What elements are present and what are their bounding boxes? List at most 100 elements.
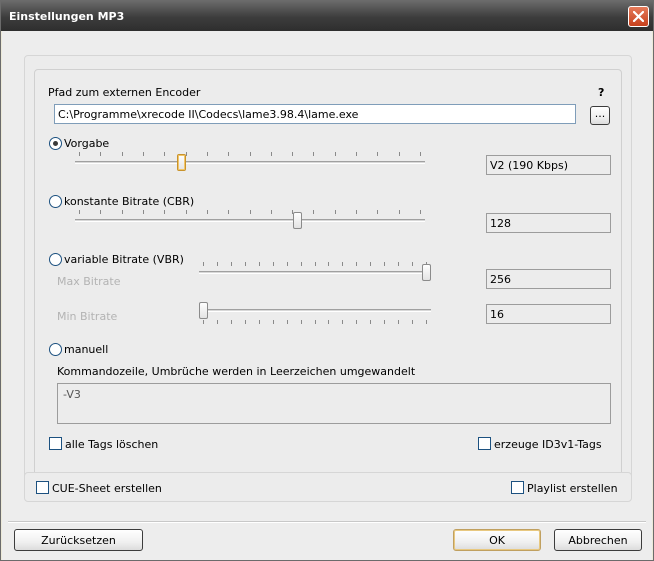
slider-tick <box>286 320 288 324</box>
max-bitrate-display: 256 <box>486 269 611 289</box>
slider-tick <box>356 210 358 214</box>
slider-tick <box>412 320 414 324</box>
slider-ticks <box>75 152 425 156</box>
cbr-radio[interactable] <box>49 195 62 208</box>
slider-tick <box>249 210 251 214</box>
preset-value-display: V2 (190 Kbps) <box>486 155 611 175</box>
delete-tags-label: alle Tags löschen <box>65 438 159 451</box>
max-bitrate-slider[interactable] <box>199 262 431 286</box>
preset-slider[interactable] <box>75 152 425 176</box>
slider-tick <box>370 262 372 266</box>
slider-tick <box>356 320 358 324</box>
cue-sheet-checkbox[interactable] <box>36 481 49 494</box>
slider-tick <box>258 262 260 266</box>
vbr-label: variable Bitrate (VBR) <box>64 253 184 266</box>
browse-button[interactable]: ... <box>590 106 610 125</box>
slider-tick <box>300 262 302 266</box>
slider-track <box>75 219 425 222</box>
delete-tags-checkbox[interactable] <box>49 437 62 450</box>
slider-tick <box>142 152 144 156</box>
close-button[interactable] <box>628 6 649 27</box>
slider-tick <box>328 320 330 324</box>
command-line-input[interactable]: -V3 <box>57 383 611 424</box>
playlist-checkbox[interactable] <box>511 481 524 494</box>
help-icon[interactable]: ? <box>598 86 604 99</box>
reset-button[interactable]: Zurücksetzen <box>14 529 143 551</box>
slider-tick <box>313 210 315 214</box>
dialog-body: Pfad zum externen Encoder ? C:\Programme… <box>2 31 652 560</box>
slider-tick <box>79 152 80 156</box>
slider-tick <box>270 152 272 156</box>
slider-tick <box>370 320 372 324</box>
slider-tick <box>228 152 230 156</box>
cancel-button[interactable]: Abbrechen <box>554 529 642 551</box>
min-bitrate-slider[interactable] <box>199 300 431 324</box>
encoder-path-input[interactable]: C:\Programme\xrecode II\Codecs\lame3.98.… <box>54 104 576 124</box>
slider-tick <box>185 210 187 214</box>
cbr-slider[interactable] <box>75 210 425 234</box>
slider-tick <box>420 152 421 156</box>
max-bitrate-label: Max Bitrate <box>57 275 121 288</box>
encoder-path-label: Pfad zum externen Encoder <box>48 86 201 99</box>
encoder-inner-group: Pfad zum externen Encoder ? C:\Programme… <box>34 69 622 477</box>
slider-tick <box>356 262 358 266</box>
slider-tick <box>272 320 274 324</box>
id3v1-checkbox[interactable] <box>478 437 491 450</box>
slider-tick <box>313 152 315 156</box>
min-bitrate-display: 16 <box>486 304 611 324</box>
slider-tick <box>244 262 246 266</box>
slider-tick <box>328 262 330 266</box>
slider-tick <box>121 152 123 156</box>
slider-tick <box>142 210 144 214</box>
slider-tick <box>314 320 316 324</box>
encoder-settings-group: Pfad zum externen Encoder ? C:\Programme… <box>24 55 632 485</box>
preset-label: Vorgabe <box>64 137 110 150</box>
slider-tick <box>100 152 102 156</box>
title-bar[interactable]: Einstellungen MP3 <box>1 1 653 31</box>
slider-tick <box>334 210 336 214</box>
slider-tick <box>230 320 232 324</box>
slider-tick <box>206 152 208 156</box>
slider-tick <box>230 262 232 266</box>
slider-thumb[interactable] <box>199 302 208 319</box>
manual-radio[interactable] <box>49 343 62 356</box>
slider-tick <box>249 152 251 156</box>
slider-tick <box>272 262 274 266</box>
slider-tick <box>216 262 218 266</box>
slider-tick <box>164 152 166 156</box>
preset-radio[interactable] <box>49 137 62 150</box>
slider-tick <box>334 152 336 156</box>
ok-button[interactable]: OK <box>453 529 541 551</box>
slider-tick <box>228 210 230 214</box>
slider-ticks <box>199 320 431 324</box>
slider-tick <box>258 320 260 324</box>
slider-tick <box>79 210 80 214</box>
slider-tick <box>206 210 208 214</box>
min-bitrate-label: Min Bitrate <box>57 310 118 323</box>
slider-thumb[interactable] <box>177 154 187 171</box>
cbr-value-display: 128 <box>486 213 611 233</box>
slider-tick <box>420 210 421 214</box>
vbr-radio[interactable] <box>49 253 62 266</box>
slider-track <box>199 309 431 312</box>
cue-sheet-label: CUE-Sheet erstellen <box>52 482 162 495</box>
slider-tick <box>377 152 379 156</box>
slider-tick <box>286 262 288 266</box>
slider-tick <box>216 320 218 324</box>
slider-thumb[interactable] <box>422 264 431 281</box>
slider-tick <box>384 320 386 324</box>
slider-thumb[interactable] <box>293 212 303 229</box>
slider-tick <box>384 262 386 266</box>
close-icon <box>633 11 644 22</box>
slider-tick <box>164 210 166 214</box>
slider-tick <box>342 320 344 324</box>
slider-track <box>75 161 425 164</box>
slider-tick <box>398 210 400 214</box>
cbr-label: konstante Bitrate (CBR) <box>64 195 195 208</box>
slider-tick <box>426 320 427 324</box>
slider-ticks <box>199 262 431 266</box>
manual-label: manuell <box>64 343 109 356</box>
slider-tick <box>398 262 400 266</box>
slider-tick <box>377 210 379 214</box>
slider-tick <box>203 320 204 324</box>
